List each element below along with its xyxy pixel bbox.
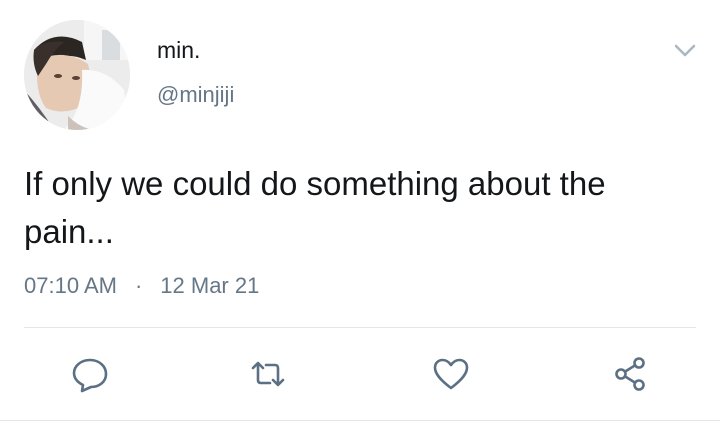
- share-button[interactable]: [606, 350, 654, 398]
- avatar[interactable]: [24, 20, 130, 130]
- reply-icon: [72, 358, 108, 393]
- tweet-text: If only we could do something about the …: [24, 165, 606, 250]
- retweet-button[interactable]: [244, 350, 292, 398]
- user-handle[interactable]: @minjiji: [157, 82, 234, 108]
- action-bar: [0, 350, 720, 400]
- tweet-date: 12 Mar 21: [160, 273, 260, 298]
- separator-dot: ·: [134, 273, 143, 298]
- tweet-card: min. @minjiji If only we could do someth…: [0, 0, 720, 434]
- tweet-time: 07:10 AM: [24, 273, 117, 298]
- tweet-timestamp[interactable]: 07:10 AM · 12 Mar 21: [24, 272, 259, 300]
- bottom-divider: [0, 420, 720, 421]
- profile-photo-icon: [24, 20, 130, 130]
- like-button[interactable]: [427, 350, 475, 398]
- display-name[interactable]: min.: [157, 36, 200, 64]
- heart-icon: [433, 358, 469, 390]
- divider: [24, 327, 696, 328]
- reply-button[interactable]: [66, 350, 114, 398]
- retweet-icon: [251, 361, 285, 387]
- more-options-chevron-icon[interactable]: [672, 40, 698, 60]
- share-icon: [615, 357, 645, 391]
